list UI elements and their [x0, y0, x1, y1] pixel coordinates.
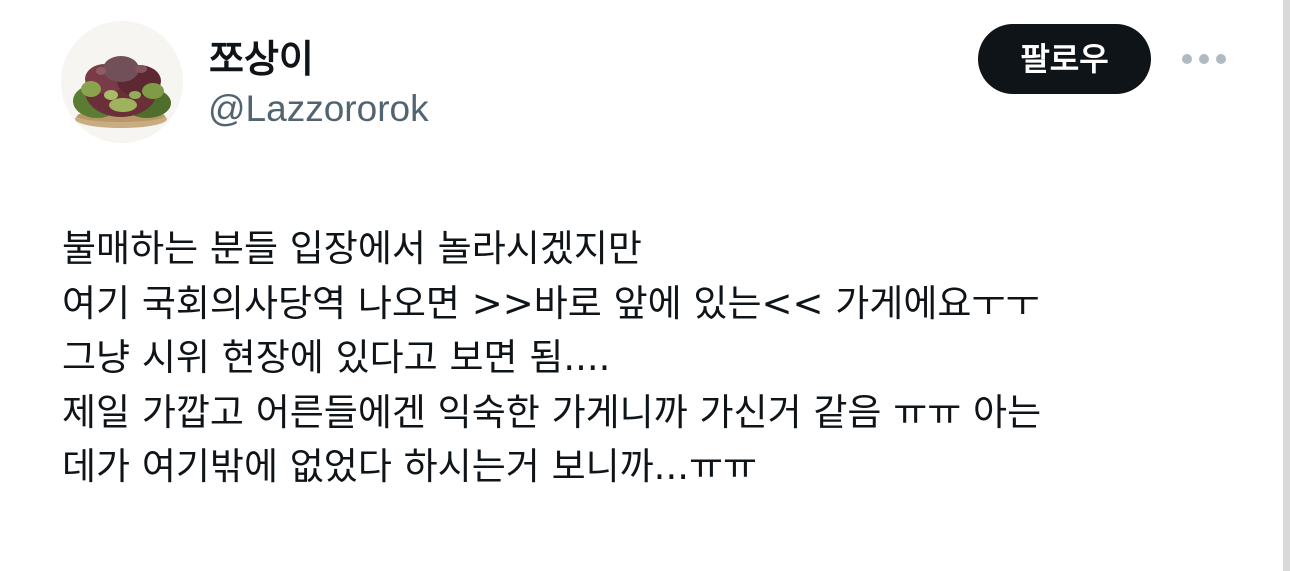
more-options-icon	[1182, 54, 1226, 64]
tweet-line: 여기 국회의사당역 나오면 >>바로 앞에 있는<< 가게에요ㅜㅜ	[62, 281, 1040, 325]
tweet-text: 불매하는 분들 입장에서 놀라시겠지만 여기 국회의사당역 나오면 >>바로 앞…	[62, 222, 1252, 495]
tweet-line: 데가 여기밖에 없었다 하시는거 보니까...ㅠㅠ	[62, 445, 758, 488]
follow-button[interactable]: 팔로우	[978, 24, 1151, 94]
tweet-line: 그냥 시위 현장에 있다고 보면 됨....	[62, 336, 611, 379]
user-handle[interactable]: @Lazzororok	[208, 87, 429, 131]
lettuce-avatar-icon	[61, 21, 183, 143]
tweet-line: 불매하는 분들 입장에서 놀라시겠지만	[62, 227, 642, 270]
display-name[interactable]: 쪼상이	[209, 36, 314, 82]
tweet-line: 제일 가깝고 어른들에겐 익숙한 가게니까 가신거 같음 ㅠㅠ 아는	[62, 390, 1042, 434]
scrollbar-edge	[1283, 0, 1290, 571]
more-options-button[interactable]	[1180, 46, 1228, 72]
avatar[interactable]	[61, 21, 183, 143]
